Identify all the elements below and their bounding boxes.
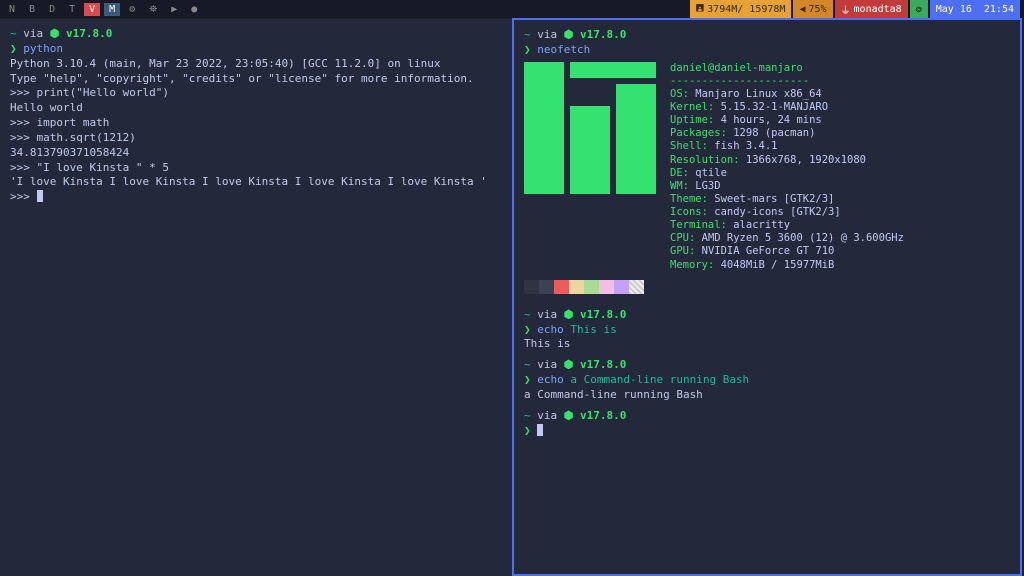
echo-output: This is (524, 337, 1010, 352)
workspace-switcher[interactable]: NBDT VM⚙ ⛯▶● (4, 3, 202, 16)
command-line: ❯ echo This is (524, 323, 1010, 338)
command-line: ❯ python (10, 42, 502, 57)
repl-line: >>> math.sqrt(1212) (10, 131, 502, 146)
volume-widget[interactable]: ◀75% (793, 0, 832, 18)
cursor-icon (537, 424, 543, 436)
prompt-line: ~ via ⬢ v17.8.0 (524, 28, 1010, 43)
repl-output: 34.813790371058424 (10, 146, 502, 161)
neofetch-output: daniel@daniel-manjaro ------------------… (524, 62, 1010, 272)
prompt-line: ~ via ⬢ v17.8.0 (524, 308, 1010, 323)
repl-output: Hello world (10, 101, 502, 116)
status-tray: 🖪3794M/ 15978M ◀75% ⏚monadta8 ❂ May 16 2… (690, 0, 1020, 18)
color-swatches (524, 280, 1010, 294)
repl-line: >>> "I love Kinsta " * 5 (10, 161, 502, 176)
clock-widget: May 16 21:54 (930, 0, 1020, 18)
desktop: ~ via ⬢ v17.8.0 ❯ python Python 3.10.4 (… (0, 18, 1024, 576)
manjaro-logo-icon (524, 62, 656, 194)
terminal-right[interactable]: ~ via ⬢ v17.8.0 ❯ neofetch daniel@daniel… (512, 18, 1022, 576)
top-bar: NBDT VM⚙ ⛯▶● 🖪3794M/ 15978M ◀75% ⏚monadt… (0, 0, 1024, 18)
repl-output: 'I love Kinsta I love Kinsta I love Kins… (10, 175, 502, 190)
command-line: ❯ neofetch (524, 43, 1010, 58)
echo-output: a Command-line running Bash (524, 388, 1010, 403)
prompt-line: ~ via ⬢ v17.8.0 (10, 27, 502, 42)
active-prompt[interactable]: ❯ (524, 424, 1010, 439)
repl-line: >>> print("Hello world") (10, 86, 502, 101)
system-info: daniel@daniel-manjaro ------------------… (670, 62, 904, 272)
repl-line: >>> import math (10, 116, 502, 131)
prompt-line: ~ via ⬢ v17.8.0 (524, 409, 1010, 424)
prompt-line: ~ via ⬢ v17.8.0 (524, 358, 1010, 373)
repl-prompt-active[interactable]: >>> (10, 190, 502, 205)
memory-widget: 🖪3794M/ 15978M (690, 0, 792, 18)
ubuntu-icon[interactable]: ❂ (910, 0, 928, 18)
cursor-icon (37, 190, 43, 202)
terminal-left[interactable]: ~ via ⬢ v17.8.0 ❯ python Python 3.10.4 (… (0, 18, 512, 576)
python-help: Type "help", "copyright", "credits" or "… (10, 72, 502, 87)
wifi-widget[interactable]: ⏚monadta8 (835, 0, 908, 18)
python-version: Python 3.10.4 (main, Mar 23 2022, 23:05:… (10, 57, 502, 72)
command-line: ❯ echo a Command-line running Bash (524, 373, 1010, 388)
